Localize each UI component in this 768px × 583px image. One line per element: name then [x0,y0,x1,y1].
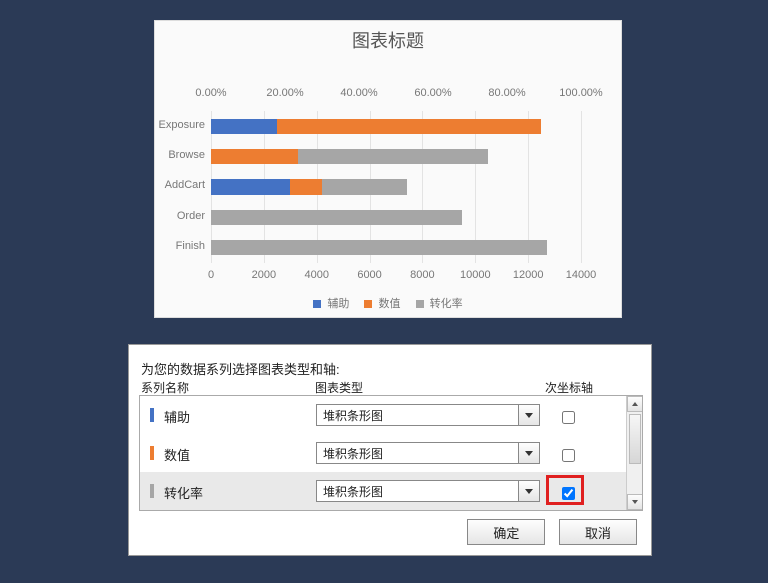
category-label: AddCart [165,179,205,191]
scroll-up-button[interactable] [627,396,643,412]
bar-row: Finish [211,240,581,255]
chart-type-dropdown-button[interactable] [518,404,540,426]
category-label: Exposure [159,119,205,131]
legend-label: 辅助 [327,298,349,310]
legend-swatch [416,300,424,308]
legend-label: 数值 [379,298,401,310]
scroll-down-button[interactable] [627,494,643,510]
chart-panel: 图表标题 0.00% 20.00% 40.00% 60.00% 80.00% 1… [154,20,622,318]
vertical-scrollbar[interactable] [626,396,642,510]
chart-type-select[interactable]: 堆积条形图 [316,442,540,464]
bar-segment [211,119,277,134]
column-header-name: 系列名称 [141,379,189,396]
x-top-tick: 20.00% [266,87,303,99]
legend-entry: 数值 [364,295,400,311]
x-axis-bottom: 0 2000 4000 6000 8000 10000 12000 14000 [211,269,581,283]
legend-swatch [313,300,321,308]
bar-segment [211,240,547,255]
series-name: 数值 [164,445,190,464]
legend-entry: 转化率 [416,295,463,311]
bar-row: Browse [211,149,581,164]
series-row: 数值 堆积条形图 [140,434,626,472]
x-top-tick: 40.00% [340,87,377,99]
chart-title: 图表标题 [155,27,621,53]
x-bot-tick: 2000 [252,269,276,281]
bar-segment [298,149,488,164]
bar-segment [211,179,290,194]
cancel-button[interactable]: 取消 [559,519,637,545]
series-row: 辅助 堆积条形图 [140,396,626,434]
chart-legend: 辅助 数值 转化率 [155,295,621,311]
x-top-tick: 80.00% [488,87,525,99]
plot-area: Exposure Browse AddCart Order Finish [211,111,581,263]
series-list: 辅助 堆积条形图 数值 堆积条形图 转化率 堆积条形图 [139,395,643,511]
series-name: 辅助 [164,407,190,426]
x-bot-tick: 4000 [304,269,328,281]
x-bot-tick: 14000 [566,269,597,281]
secondary-axis-checkbox[interactable] [562,411,575,424]
x-bot-tick: 6000 [357,269,381,281]
gridline [581,111,582,263]
bar-segment [277,119,541,134]
scroll-thumb[interactable] [629,414,641,464]
x-bot-tick: 10000 [460,269,491,281]
bar-segment [322,179,407,194]
x-top-tick: 60.00% [414,87,451,99]
category-label: Order [177,210,205,222]
bar-segment [290,179,322,194]
chart-type-select[interactable]: 堆积条形图 [316,480,540,502]
chart-type-select[interactable]: 堆积条形图 [316,404,540,426]
legend-entry: 辅助 [313,295,349,311]
series-row-selected: 转化率 堆积条形图 [140,472,626,510]
ok-button[interactable]: 确定 [467,519,545,545]
series-color-swatch [150,484,154,498]
bar-row: AddCart [211,179,581,194]
chart-type-dropdown-button[interactable] [518,442,540,464]
x-axis-top: 0.00% 20.00% 40.00% 60.00% 80.00% 100.00… [211,87,581,101]
series-name: 转化率 [164,483,203,502]
chart-type-dropdown-button[interactable] [518,480,540,502]
x-top-tick: 0.00% [195,87,226,99]
x-bot-tick: 0 [208,269,214,281]
x-bot-tick: 8000 [410,269,434,281]
bar-segment [211,149,298,164]
legend-swatch [364,300,372,308]
bar-row: Exposure [211,119,581,134]
column-header-type: 图表类型 [315,379,363,396]
category-label: Finish [176,240,205,252]
x-top-tick: 100.00% [559,87,602,99]
bar-segment [211,210,462,225]
chart-type-dialog: 为您的数据系列选择图表类型和轴: 系列名称 图表类型 次坐标轴 辅助 堆积条形图… [128,344,652,556]
category-label: Browse [168,149,205,161]
secondary-axis-checkbox[interactable] [562,487,575,500]
bar-row: Order [211,210,581,225]
series-color-swatch [150,446,154,460]
dialog-buttons: 确定 取消 [457,519,637,545]
series-color-swatch [150,408,154,422]
legend-label: 转化率 [430,298,463,310]
dialog-prompt: 为您的数据系列选择图表类型和轴: [141,359,340,378]
x-bot-tick: 12000 [513,269,544,281]
secondary-axis-checkbox[interactable] [562,449,575,462]
column-header-secondary-axis: 次坐标轴 [545,379,593,396]
